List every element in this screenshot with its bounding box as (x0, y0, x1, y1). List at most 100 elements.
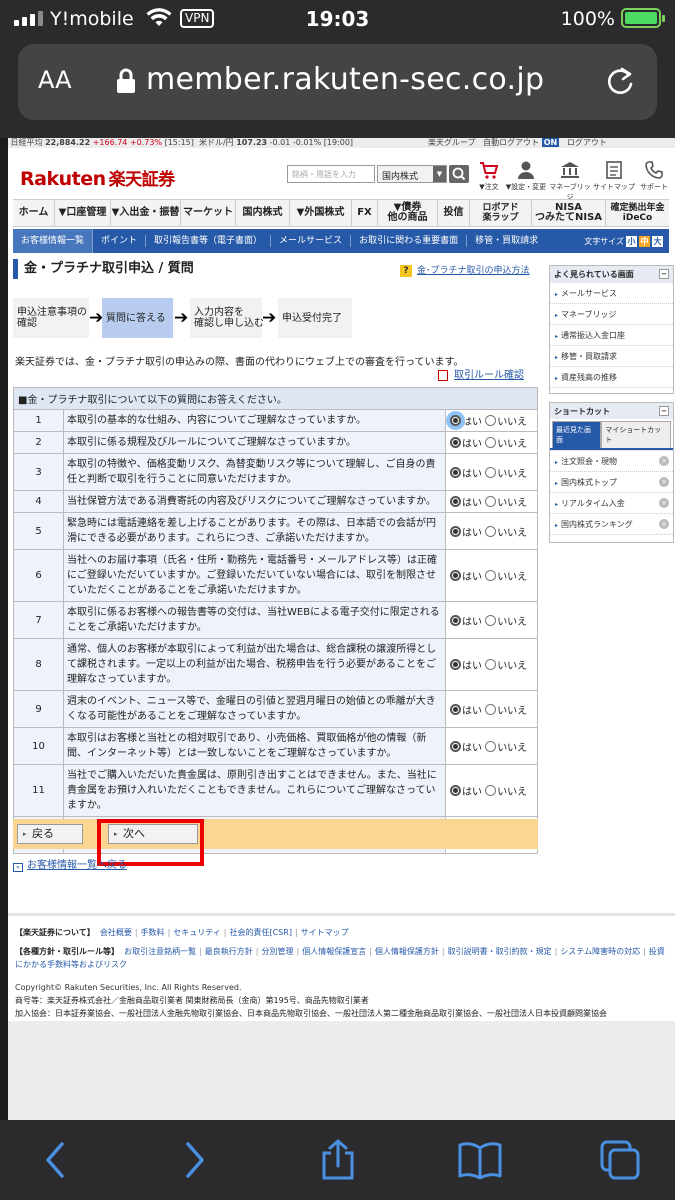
recent-link[interactable]: リアルタイム入金× (550, 492, 673, 513)
search-button[interactable] (449, 165, 469, 183)
url-text[interactable]: member.rakuten-sec.co.jp (146, 62, 544, 97)
address-bar[interactable]: AA member.rakuten-sec.co.jp (18, 44, 657, 120)
rakuten-logo[interactable]: Rakuten 楽天証券 (20, 165, 175, 190)
subnav-customer-info[interactable]: お客様情報一覧 (13, 229, 94, 253)
footer-link[interactable]: 最良執行方針 (205, 947, 253, 956)
back-button[interactable]: 戻る (17, 824, 83, 844)
settings-menu[interactable]: ▼設定・変更 (502, 160, 550, 192)
radio-yes-label[interactable]: はい (462, 706, 482, 717)
subnav-points[interactable]: ポイント (93, 235, 147, 247)
radio-yes[interactable] (450, 570, 461, 581)
faq-link[interactable]: 移管・買取請求 (550, 345, 673, 366)
radio-yes[interactable] (450, 785, 461, 796)
tabs-icon[interactable] (598, 1138, 642, 1182)
bookmarks-icon[interactable] (456, 1138, 504, 1182)
share-icon[interactable] (318, 1138, 358, 1182)
gnav-domestic-stock[interactable]: 国内株式 (236, 200, 290, 226)
footer-link[interactable]: 分別管理 (262, 947, 294, 956)
gnav-funds[interactable]: 投信 (438, 200, 470, 226)
faq-link[interactable]: メールサービス (550, 282, 673, 303)
radio-no-label[interactable]: いいえ (497, 706, 527, 717)
search-input[interactable]: 銘柄・用語を入力 (287, 165, 375, 183)
radio-yes-label[interactable]: はい (462, 469, 482, 480)
recent-link[interactable]: 国内株式ランキング× (550, 513, 673, 534)
radio-yes[interactable] (450, 614, 461, 626)
radio-no[interactable] (485, 785, 497, 796)
radio-yes[interactable] (450, 415, 461, 426)
radio-yes-label[interactable]: はい (462, 528, 482, 539)
radio-yes-label[interactable]: はい (462, 617, 482, 628)
footer-link[interactable]: セキュリティ (173, 928, 221, 937)
footer-link[interactable]: 会社概要 (100, 928, 132, 937)
remove-icon[interactable]: × (659, 519, 669, 529)
font-size-large[interactable]: 大 (652, 235, 663, 247)
radio-yes-label[interactable]: はい (462, 787, 482, 798)
text-size-button[interactable]: AA (38, 66, 72, 94)
radio-yes-label[interactable]: はい (462, 439, 482, 450)
radio-yes-label[interactable]: はい (462, 661, 482, 672)
radio-no-label[interactable]: いいえ (497, 439, 527, 450)
gnav-bonds[interactable]: ▼債券 他の商品 (378, 200, 438, 226)
radio-no[interactable] (485, 740, 497, 752)
gnav-nisa[interactable]: NISA つみたてNISA (532, 200, 606, 226)
radio-no[interactable] (485, 496, 497, 507)
recent-link[interactable]: 国内株式トップ× (550, 471, 673, 492)
radio-yes-label[interactable]: はい (462, 743, 482, 754)
radio-no-label[interactable]: いいえ (497, 617, 527, 628)
tab-recent[interactable]: 最近見た画面 (552, 421, 602, 448)
footer-link[interactable]: サイトマップ (301, 928, 349, 937)
market-select[interactable]: 国内株式 ▼ (377, 165, 447, 183)
radio-no-label[interactable]: いいえ (497, 661, 527, 672)
radio-yes[interactable] (450, 525, 461, 537)
tab-my-shortcuts[interactable]: マイショートカット (601, 421, 671, 448)
gnav-foreign-stock[interactable]: ▼外国株式 (290, 200, 352, 226)
back-chevron-icon[interactable] (40, 1138, 70, 1182)
radio-yes[interactable] (450, 437, 461, 448)
subnav-mail-service[interactable]: メールサービス (271, 235, 352, 247)
radio-no[interactable] (485, 437, 497, 448)
radio-yes-label[interactable]: はい (462, 417, 482, 428)
gnav-market[interactable]: マーケット (181, 200, 236, 226)
sitemap-link[interactable]: サイトマップ (592, 160, 636, 192)
radio-no[interactable] (485, 466, 497, 478)
footer-link[interactable]: 取引説明書・取引約款・規定 (448, 947, 552, 956)
forward-chevron-icon[interactable] (180, 1138, 210, 1182)
recent-link[interactable]: 注文照会・現物× (550, 450, 673, 471)
gnav-home[interactable]: ホーム (13, 200, 55, 226)
radio-no-label[interactable]: いいえ (497, 743, 527, 754)
gnav-robo[interactable]: ロボアド 楽ラップ (470, 200, 532, 226)
gnav-fx[interactable]: FX (352, 200, 378, 226)
footer-link[interactable]: 手数料 (141, 928, 165, 937)
footer-link[interactable]: 個人情報保護宣言 (302, 947, 366, 956)
radio-no-label[interactable]: いいえ (497, 498, 527, 509)
collapse-icon[interactable]: − (659, 406, 669, 416)
radio-no-label[interactable]: いいえ (497, 572, 527, 583)
faq-link[interactable]: 資産残高の推移 (550, 366, 673, 387)
radio-no-label[interactable]: いいえ (497, 469, 527, 480)
footer-link[interactable]: システム障害時の対応 (560, 947, 640, 956)
footer-link[interactable]: 社会的責任[CSR] (230, 928, 292, 937)
radio-no[interactable] (485, 703, 497, 715)
radio-yes[interactable] (450, 659, 461, 670)
radio-yes[interactable] (450, 496, 461, 507)
radio-no[interactable] (485, 570, 497, 581)
radio-no[interactable] (485, 659, 497, 670)
remove-icon[interactable]: × (659, 477, 669, 487)
back-to-customer-info-link[interactable]: «お客様情報一覧へ戻る (13, 856, 127, 872)
money-bridge-link[interactable]: マネーブリッジ (548, 160, 592, 202)
footer-link[interactable]: お取引注意銘柄一覧 (124, 947, 196, 956)
radio-yes-label[interactable]: はい (462, 572, 482, 583)
radio-no[interactable] (485, 614, 497, 626)
radio-no[interactable] (485, 525, 497, 537)
gnav-deposit[interactable]: ▼入出金・振替 (111, 200, 181, 226)
remove-icon[interactable]: × (659, 498, 669, 508)
radio-yes[interactable] (450, 740, 461, 752)
gnav-ideco[interactable]: 確定拠出年金 iDeCo (606, 200, 669, 226)
radio-yes-label[interactable]: はい (462, 498, 482, 509)
subnav-important-docs[interactable]: お取引に関わる重要書面 (351, 235, 468, 247)
support-link[interactable]: サポート (632, 160, 675, 192)
subnav-transfer[interactable]: 移管・買取請求 (467, 235, 546, 247)
font-size-medium[interactable]: 中 (639, 235, 650, 247)
faq-link[interactable]: マネーブリッジ (550, 303, 673, 324)
footer-link[interactable]: 個人情報保護方針 (375, 947, 439, 956)
